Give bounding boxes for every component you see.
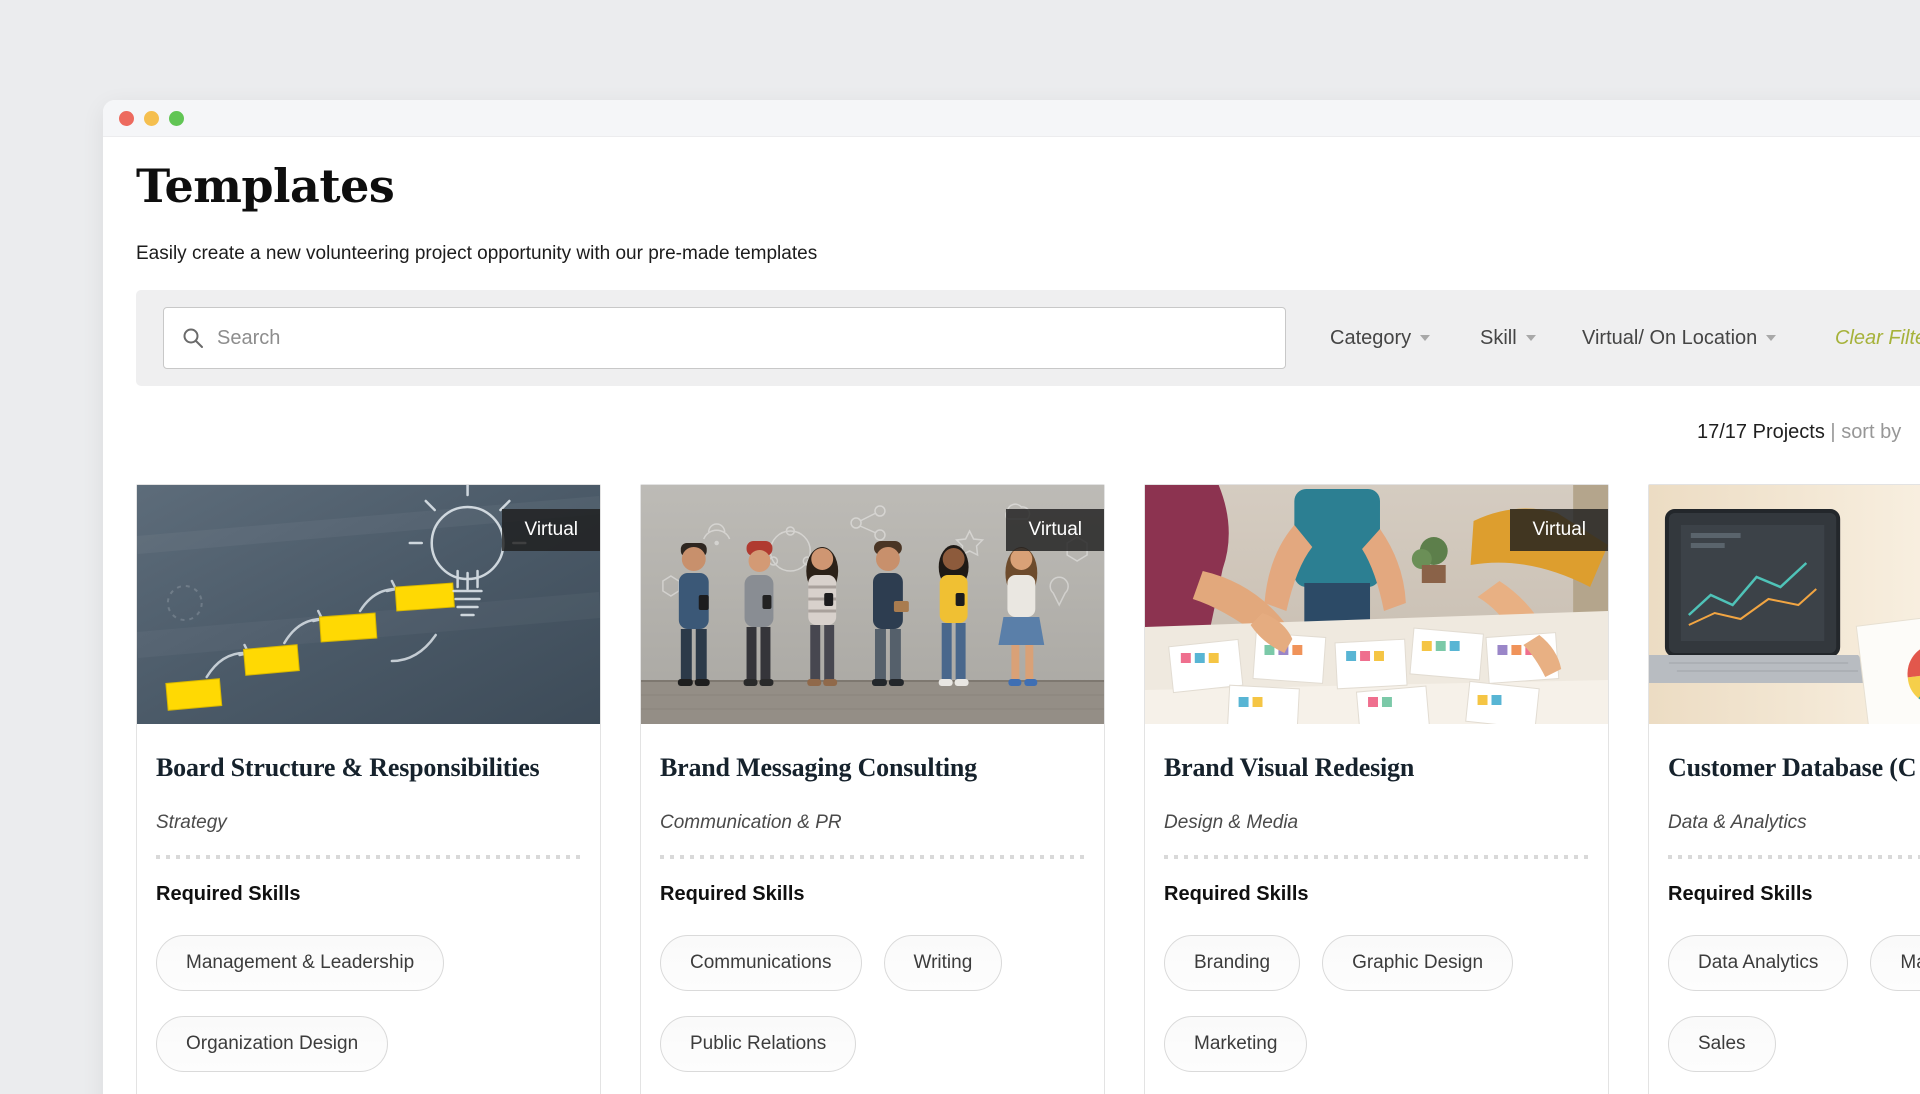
card-body: Customer Database (C Data & Analytics Re… [1649,753,1920,1072]
skill-pill: Branding [1164,935,1300,991]
skill-pill: Sales [1668,1016,1776,1072]
card-title: Brand Visual Redesign [1164,753,1589,783]
category-filter-label: Category [1330,327,1411,350]
window-titlebar [103,100,1920,137]
browser-window: Templates Easily create a new volunteeri… [103,100,1920,1094]
virtual-badge: Virtual [1510,509,1608,551]
virtual-badge: Virtual [1006,509,1104,551]
skill-pill: Marketing [1164,1016,1307,1072]
skill-pill: Writing [884,935,1003,991]
skill-pill: Management & Leadership [156,935,444,991]
skill-filter-dropdown[interactable]: Skill [1480,290,1536,386]
close-window-icon[interactable] [119,111,134,126]
dotted-divider [660,855,1085,859]
skill-pill: Organization Design [156,1016,388,1072]
card-body: Board Structure & Responsibilities Strat… [137,753,600,1072]
required-skills-heading: Required Skills [660,883,1085,906]
skill-pill: Communications [660,935,862,991]
virtual-badge: Virtual [502,509,600,551]
required-skills-heading: Required Skills [156,883,581,906]
card-image-design-workshop: Virtual [1145,485,1608,724]
card-category: Strategy [156,812,581,834]
page-subtitle: Easily create a new volunteering project… [136,243,817,265]
page-title: Templates [136,159,394,213]
results-divider: | [1830,421,1835,443]
page-content: Templates Easily create a new volunteeri… [103,137,1920,1094]
laptop-analytics-illustration [1649,485,1920,724]
dotted-divider [1668,855,1920,859]
skill-pill-list: Management & Leadership Organization Des… [156,935,581,1072]
card-image-laptop-analytics: Virtual [1649,485,1920,724]
search-box[interactable] [163,307,1286,369]
card-body: Brand Messaging Consulting Communication… [641,753,1104,1072]
magnifier-icon [182,327,204,349]
template-card-brand-visual[interactable]: Virtual Brand Visual Redesign Design & M… [1144,484,1609,1094]
dotted-divider [156,855,581,859]
card-title: Board Structure & Responsibilities [156,753,581,783]
chevron-down-icon [1526,335,1536,341]
skill-pill: Graphic Design [1322,935,1513,991]
location-filter-dropdown[interactable]: Virtual/ On Location [1582,290,1776,386]
results-line: 17/17 Projects | sort by [1697,421,1901,444]
card-title: Brand Messaging Consulting [660,753,1085,783]
card-title: Customer Database (C [1668,753,1920,783]
skill-filter-label: Skill [1480,327,1517,350]
skill-pill-list: Communications Writing Public Relations [660,935,1085,1072]
template-card-customer-database[interactable]: Virtual Customer Database (C Data & Anal… [1648,484,1920,1094]
results-count: 17/17 Projects [1697,421,1825,443]
category-filter-dropdown[interactable]: Category [1330,290,1430,386]
location-filter-label: Virtual/ On Location [1582,327,1757,350]
sort-by-control[interactable]: sort by [1841,421,1901,443]
chevron-down-icon [1420,335,1430,341]
skill-pill: Data Analytics [1668,935,1848,991]
template-card-brand-messaging[interactable]: Virtual Brand Messaging Consulting Commu… [640,484,1105,1094]
search-input[interactable] [217,327,1267,350]
chevron-down-icon [1766,335,1776,341]
dotted-divider [1164,855,1589,859]
card-category: Design & Media [1164,812,1589,834]
card-image-chalkboard-steps: Virtual [137,485,600,724]
skill-pill: Marketing [1870,935,1920,991]
minimize-window-icon[interactable] [144,111,159,126]
card-category: Communication & PR [660,812,1085,834]
skill-pill-list: Branding Graphic Design Marketing [1164,935,1589,1072]
card-body: Brand Visual Redesign Design & Media Req… [1145,753,1608,1072]
template-card-grid: Virtual Board Structure & Responsibiliti… [136,484,1920,1094]
skill-pill: Public Relations [660,1016,856,1072]
card-category: Data & Analytics [1668,812,1920,834]
maximize-window-icon[interactable] [169,111,184,126]
required-skills-heading: Required Skills [1668,883,1920,906]
clear-filters-link[interactable]: Clear Filters [1835,290,1920,386]
skill-pill-list: Data Analytics Marketing Sales [1668,935,1920,1072]
card-image-people-phones: Virtual [641,485,1104,724]
required-skills-heading: Required Skills [1164,883,1589,906]
filter-bar: Category Skill Virtual/ On Location Clea… [136,290,1920,386]
template-card-board-structure[interactable]: Virtual Board Structure & Responsibiliti… [136,484,601,1094]
